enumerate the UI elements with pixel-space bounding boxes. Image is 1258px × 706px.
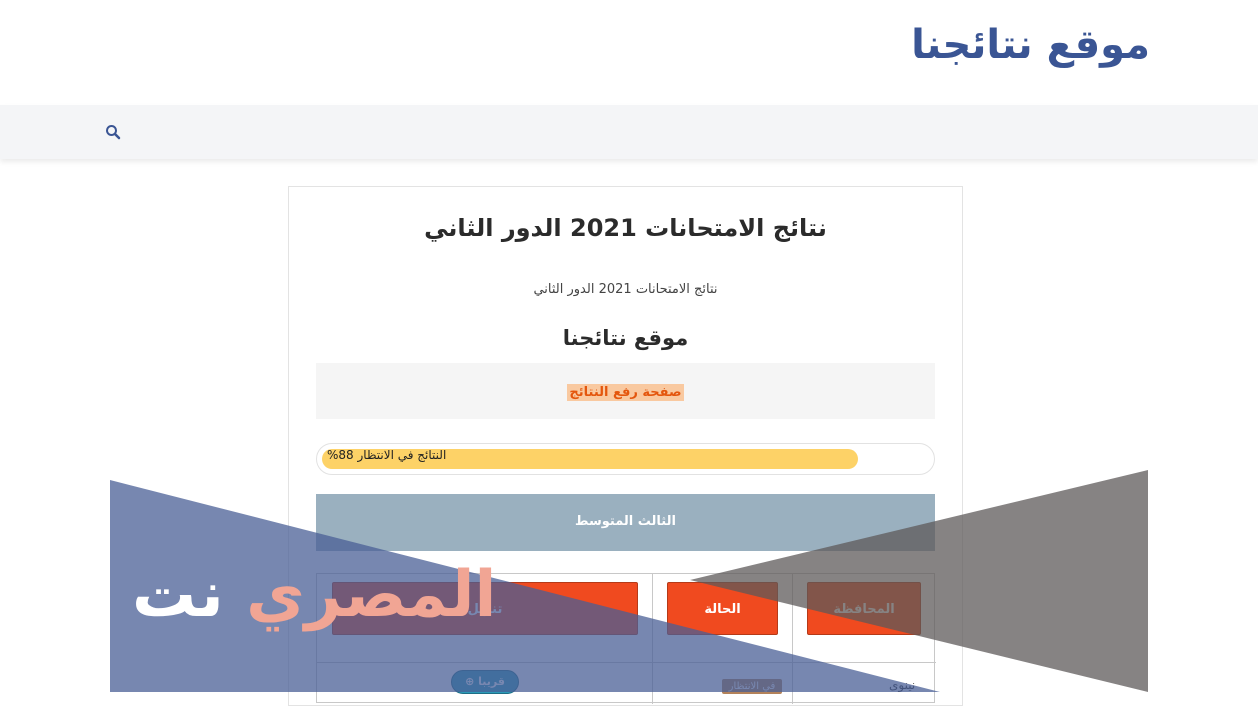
upload-box: صفحة رفع النتائج [316,363,935,419]
results-table: المحافظة الحالة تنزيل نينوى في الانتظار … [316,573,936,704]
progress-bar: النتائج في الانتظار 88% [316,443,935,475]
grade-bar[interactable]: الثالث المتوسط [316,494,935,551]
table-divider [792,574,793,704]
header-status-button[interactable]: الحالة [667,582,778,635]
plus-circle-icon: ⊕ [465,675,475,688]
site-title[interactable]: موقع نتائجنا [911,22,1150,68]
soon-button[interactable]: قريبا ⊕ [451,670,519,694]
header-province-button[interactable]: المحافظة [807,582,921,635]
table-divider [317,662,936,663]
header-download-button[interactable]: تنزيل [332,582,638,635]
progress-label: النتائج في الانتظار 88% [327,448,447,462]
main-navbar [0,105,1258,159]
grade-label: الثالث المتوسط [575,514,676,529]
section-heading: موقع نتائجنا [562,326,689,350]
province-cell: نينوى [889,678,916,692]
upload-results-link[interactable]: صفحة رفع النتائج [567,384,684,401]
soon-label: قريبا [478,675,505,688]
post-subtitle: نتائج الامتحانات 2021 الدور الثاني [533,282,718,297]
table-divider [652,574,653,704]
search-icon[interactable] [105,124,121,140]
post-title: نتائج الامتحانات 2021 الدور الثاني [424,214,827,242]
